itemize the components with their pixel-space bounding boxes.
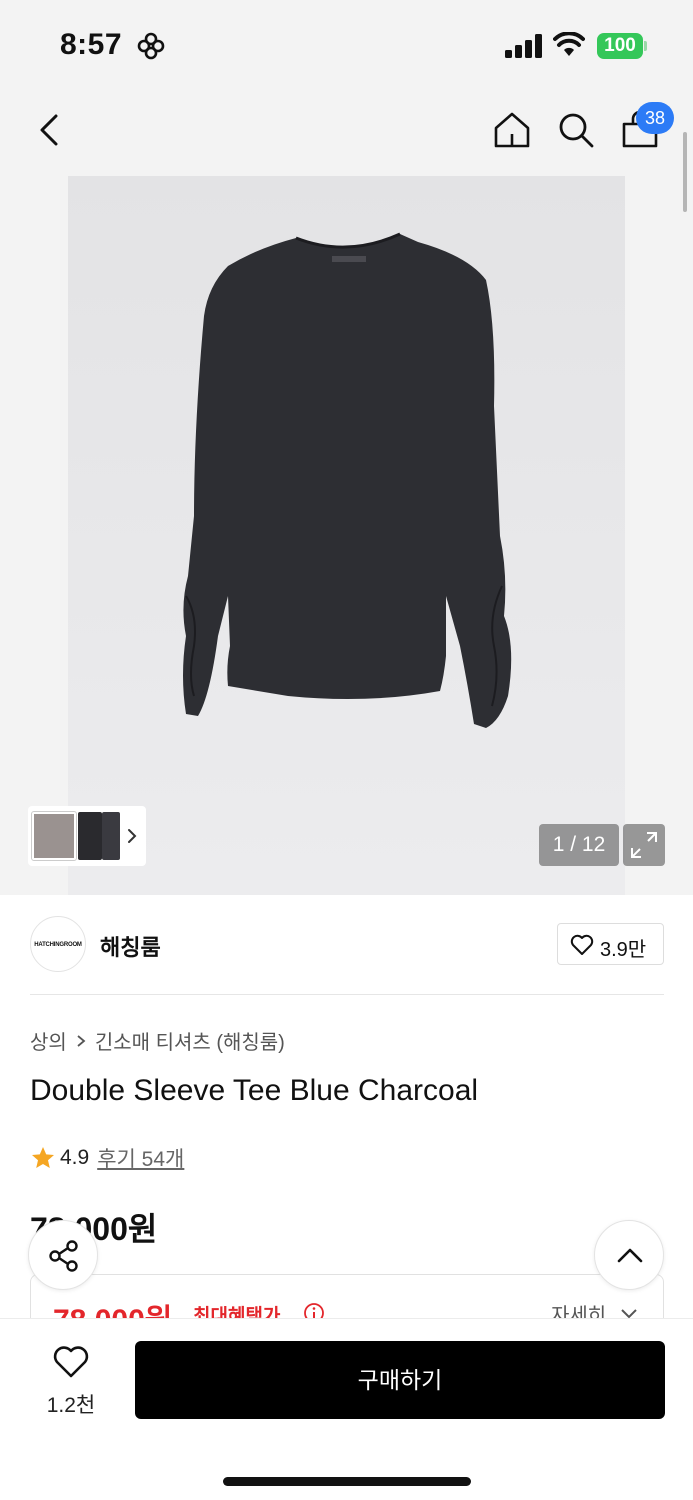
share-button[interactable] xyxy=(28,1220,98,1290)
rating-row: 4.9 후기 54개 xyxy=(30,1143,184,1173)
battery-level: 100 xyxy=(597,33,643,59)
heart-icon xyxy=(570,934,594,955)
wifi-icon xyxy=(553,32,585,56)
brand-like-count: 3.9만 xyxy=(600,939,647,961)
expand-button[interactable] xyxy=(623,824,665,866)
product-title: Double Sleeve Tee Blue Charcoal xyxy=(30,1074,479,1107)
thumbnail-3[interactable] xyxy=(102,812,120,860)
thumbnail-2[interactable] xyxy=(78,812,102,860)
brand-name[interactable]: 해칭룸 xyxy=(100,930,161,962)
back-icon[interactable] xyxy=(32,108,68,152)
status-time: 8:57 xyxy=(60,28,123,61)
wishlist-button[interactable]: 1.2천 xyxy=(30,1341,112,1421)
star-icon xyxy=(32,1147,54,1168)
breadcrumb: 상의 긴소매 티셔츠 (해칭룸) xyxy=(30,1026,285,1055)
expand-icon xyxy=(631,832,657,858)
brand-logo[interactable]: HATCHINGROOM xyxy=(30,916,86,972)
thumbnail-1[interactable] xyxy=(31,811,77,861)
image-page-counter: 1 / 12 xyxy=(539,824,619,866)
rating-value: 4.9 xyxy=(60,1146,90,1169)
tshirt-illustration xyxy=(183,232,512,728)
heart-icon xyxy=(53,1346,89,1378)
signal-icon xyxy=(505,34,542,58)
focus-icon xyxy=(137,32,165,60)
share-icon xyxy=(49,1240,78,1272)
breadcrumb-category[interactable]: 상의 xyxy=(30,1026,67,1055)
home-icon[interactable] xyxy=(490,108,534,152)
cart-count-badge: 38 xyxy=(636,102,674,134)
chevron-right-icon[interactable] xyxy=(122,822,142,850)
search-icon[interactable] xyxy=(554,108,598,152)
chevron-right-icon xyxy=(77,1034,86,1047)
review-link[interactable]: 후기 54개 xyxy=(97,1143,184,1173)
scroll-to-top-button[interactable] xyxy=(594,1220,664,1290)
wishlist-count: 1.2천 xyxy=(46,1394,96,1417)
status-bar: 8:57 100 xyxy=(0,0,693,92)
thumbnail-strip[interactable] xyxy=(28,806,146,866)
buy-button[interactable]: 구매하기 xyxy=(135,1341,665,1419)
battery-icon: 100 xyxy=(597,33,647,59)
bottom-action-bar: 1.2천 구매하기 xyxy=(0,1318,693,1500)
product-image[interactable] xyxy=(68,176,625,895)
navigation-bar xyxy=(0,100,693,160)
home-indicator xyxy=(223,1477,471,1486)
breadcrumb-subcategory[interactable]: 긴소매 티셔츠 (해칭룸) xyxy=(95,1026,285,1055)
brand-like-button[interactable]: 3.9만 xyxy=(557,923,664,965)
divider xyxy=(30,994,664,995)
chevron-up-icon xyxy=(617,1248,643,1263)
scrollbar[interactable] xyxy=(683,132,687,212)
